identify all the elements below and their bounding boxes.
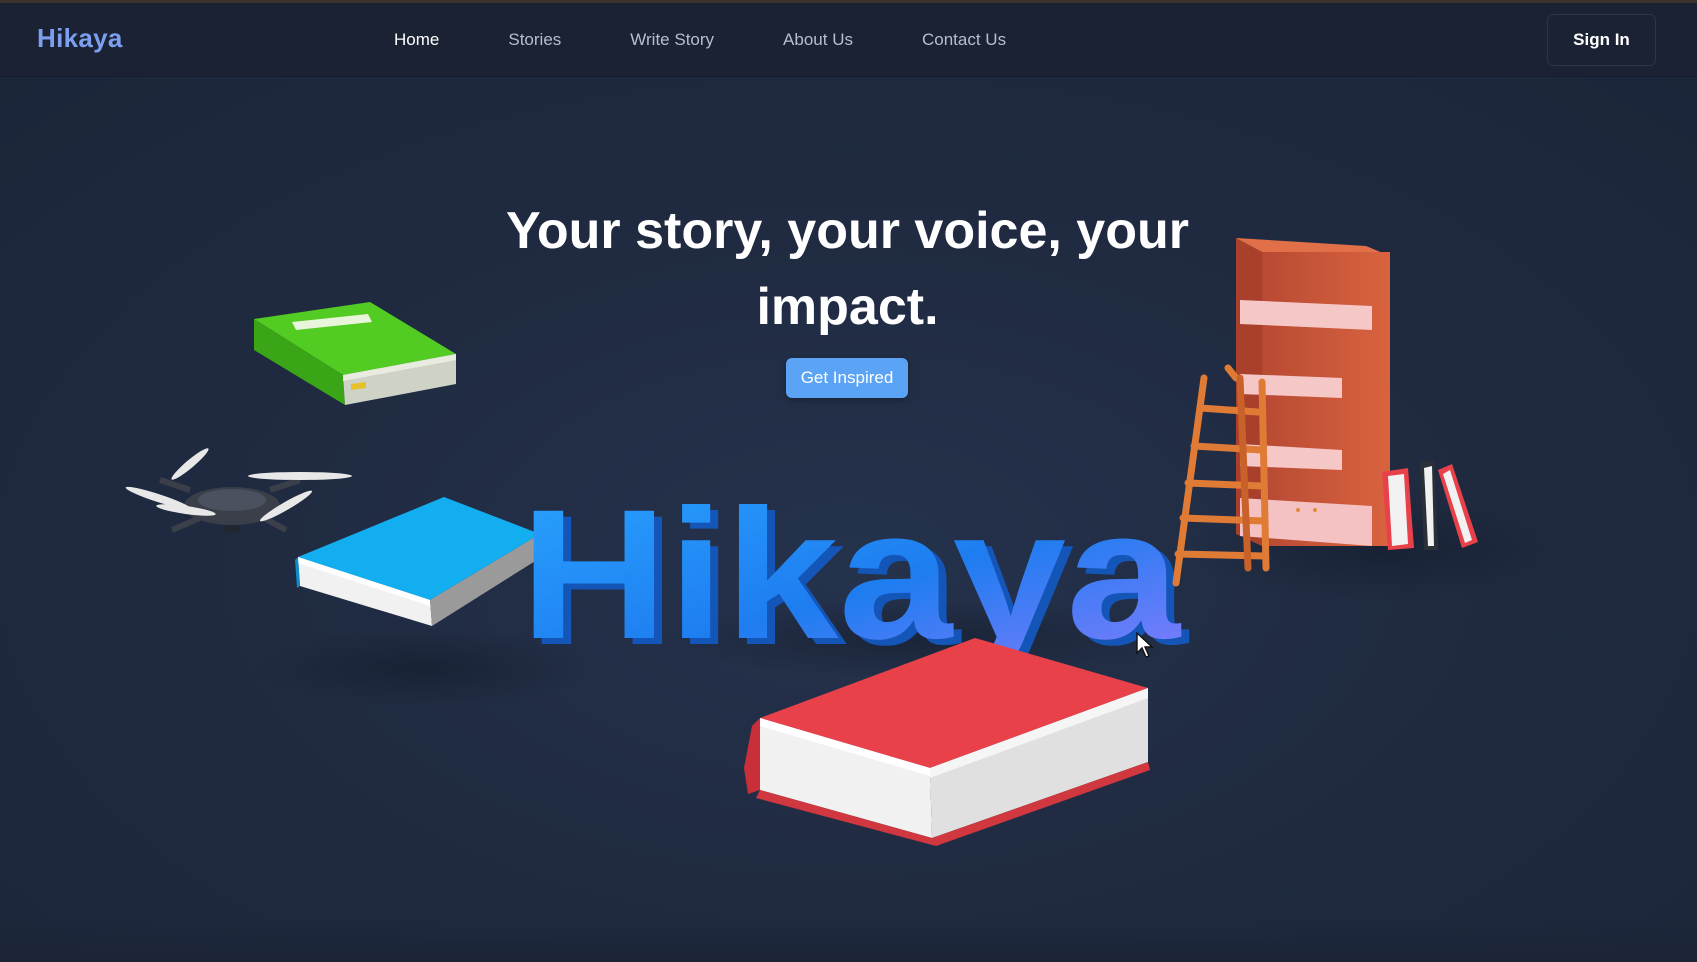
nav-link-home[interactable]: Home: [394, 30, 439, 50]
leaning-books-illustration: [1382, 460, 1478, 550]
hero-headline-line-2: impact.: [756, 278, 939, 336]
nav-link-write-story[interactable]: Write Story: [630, 30, 714, 50]
nav-links: Home Stories Write Story About Us Contac…: [394, 30, 1075, 50]
blue-book-illustration: [295, 497, 540, 626]
hero-section: Hikaya Hikaya Your story, your voice, yo…: [0, 78, 1697, 962]
hikaya-3d-letters: Hikaya Hikaya: [520, 472, 1190, 684]
navbar: Hikaya Home Stories Write Story About Us…: [0, 3, 1697, 77]
drone-icon: [125, 448, 352, 533]
hero-headline: Your story, your voice, your impact.: [400, 193, 1295, 345]
nav-link-about-us[interactable]: About Us: [783, 30, 853, 50]
nav-link-contact-us[interactable]: Contact Us: [922, 30, 1006, 50]
mouse-cursor-icon: [1136, 632, 1154, 658]
hero-headline-line-1: Your story, your voice, your: [506, 202, 1189, 260]
nav-link-stories[interactable]: Stories: [508, 30, 561, 50]
sign-in-button[interactable]: Sign In: [1547, 14, 1656, 66]
svg-text:Hikaya: Hikaya: [520, 472, 1182, 678]
get-inspired-button[interactable]: Get Inspired: [786, 358, 908, 398]
brand-logo[interactable]: Hikaya: [37, 23, 123, 54]
hero-bottom-fade: [0, 920, 1697, 962]
